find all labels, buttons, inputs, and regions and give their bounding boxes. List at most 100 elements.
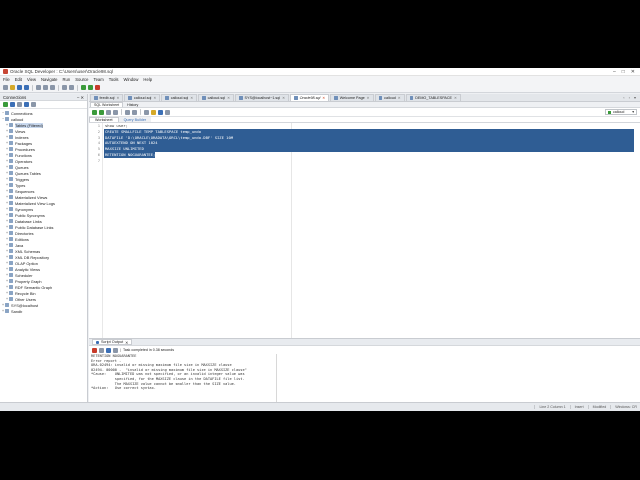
print-icon[interactable] bbox=[113, 347, 118, 353]
tab-worksheet[interactable]: Worksheet bbox=[89, 117, 119, 122]
tree-node-icon bbox=[9, 213, 13, 217]
rollback-icon[interactable] bbox=[113, 109, 118, 115]
tab-sql-worksheet[interactable]: SQL Worksheet bbox=[90, 102, 124, 107]
document-tab-label: Oracle98.sql bbox=[299, 96, 321, 100]
document-tab[interactable]: calloud ✕ bbox=[374, 94, 405, 101]
commit-icon[interactable] bbox=[106, 109, 111, 115]
cut-icon[interactable] bbox=[36, 85, 41, 90]
tab-history[interactable]: History bbox=[124, 102, 141, 107]
panel-close-icon[interactable]: ✕ bbox=[80, 95, 84, 100]
cursor-position: Line 2 Column 1 bbox=[534, 405, 566, 409]
tree-node-icon bbox=[9, 285, 13, 289]
tree-item-label: Database Links bbox=[15, 218, 42, 224]
document-icon bbox=[202, 96, 206, 100]
document-tab[interactable]: SYS@localhost~1.sql ✕ bbox=[235, 94, 290, 101]
close-icon[interactable]: ✕ bbox=[116, 96, 119, 100]
clear-icon[interactable] bbox=[144, 109, 149, 115]
tree-node-icon bbox=[9, 261, 13, 265]
menu-window[interactable]: Window bbox=[124, 77, 139, 82]
script-output-panel: Script Output ✕ | Task completed in 0.38… bbox=[89, 338, 640, 403]
menu-edit[interactable]: Edit bbox=[15, 77, 22, 82]
connection-selector[interactable]: calloud ▾ bbox=[605, 109, 637, 115]
add-connection-icon[interactable] bbox=[3, 102, 8, 107]
copy-icon[interactable] bbox=[43, 85, 48, 90]
clear-output-icon[interactable] bbox=[99, 347, 104, 353]
document-tab[interactable]: DEMO_TABLESPACE ✕ bbox=[405, 94, 461, 101]
new-file-icon[interactable] bbox=[3, 85, 8, 90]
title-bar: Oracle SQL Developer : C:\Users\user\Ora… bbox=[0, 68, 640, 76]
document-tab[interactable]: calloud.sql ✕ bbox=[198, 94, 235, 101]
menu-help[interactable]: Help bbox=[143, 77, 152, 82]
menu-tools[interactable]: Tools bbox=[109, 77, 119, 82]
tree-node-icon bbox=[9, 135, 13, 139]
document-tab-label: calloud.sql bbox=[170, 96, 189, 100]
refresh-icon[interactable] bbox=[10, 102, 15, 107]
close-icon[interactable]: ✕ bbox=[153, 96, 156, 100]
close-icon[interactable]: ✕ bbox=[454, 96, 457, 100]
tab-script-output[interactable]: Script Output ✕ bbox=[92, 339, 133, 345]
menu-navigate[interactable]: Navigate bbox=[41, 77, 58, 82]
chevron-left-icon[interactable]: ‹ bbox=[623, 95, 624, 100]
paste-icon[interactable] bbox=[50, 85, 55, 90]
output-tab-row: Script Output ✕ bbox=[89, 339, 640, 346]
save-icon[interactable] bbox=[17, 85, 22, 90]
close-icon[interactable]: ✕ bbox=[367, 96, 370, 100]
menu-run[interactable]: Run bbox=[63, 77, 71, 82]
sql-history-icon[interactable] bbox=[151, 109, 156, 115]
forward-icon[interactable] bbox=[88, 85, 93, 90]
code-editor[interactable]: 1234567 show user; CREATE SMALLFILE TEMP … bbox=[89, 123, 640, 364]
sql-icon[interactable] bbox=[95, 85, 100, 90]
tree-item-label: Operators bbox=[15, 158, 33, 164]
document-icon bbox=[165, 96, 169, 100]
run-statement-icon[interactable] bbox=[92, 109, 97, 115]
menu-file[interactable]: File bbox=[3, 77, 10, 82]
undo-icon[interactable] bbox=[62, 85, 67, 90]
close-icon[interactable]: ✕ bbox=[398, 96, 401, 100]
format-icon[interactable] bbox=[158, 109, 163, 115]
open-folder-icon[interactable] bbox=[10, 85, 15, 90]
document-tab[interactable]: Welcome Page ✕ bbox=[330, 94, 374, 101]
maximize-icon[interactable]: □ bbox=[622, 69, 625, 75]
document-tab[interactable]: calloud.sql ✕ bbox=[161, 94, 198, 101]
toolbar-divider bbox=[77, 84, 78, 91]
close-icon[interactable]: ✕ bbox=[227, 96, 230, 100]
run-script-icon[interactable] bbox=[99, 109, 104, 115]
back-icon[interactable] bbox=[81, 85, 86, 90]
menu-team[interactable]: Team bbox=[93, 77, 103, 82]
explain-plan-icon[interactable] bbox=[125, 109, 130, 115]
import-connection-icon[interactable] bbox=[31, 102, 36, 107]
tab-query-builder[interactable]: Query Builder bbox=[118, 117, 152, 122]
tree-item[interactable]: + Sandb bbox=[0, 308, 87, 314]
tab-list-icon[interactable]: ▾ bbox=[634, 95, 636, 100]
schema-browser-icon[interactable] bbox=[24, 102, 29, 107]
tree-item-label: Other Users bbox=[15, 296, 36, 302]
chevron-right-icon[interactable]: › bbox=[629, 95, 630, 100]
close-window-icon[interactable]: ✕ bbox=[631, 69, 635, 75]
tree-item-label: Sequences bbox=[15, 188, 35, 194]
minimize-icon[interactable]: – bbox=[613, 69, 616, 75]
document-tab[interactable]: calloud.sql ✕ bbox=[124, 94, 161, 101]
tree-node-icon bbox=[9, 273, 13, 277]
panel-minimize-icon[interactable]: – bbox=[77, 95, 79, 100]
line-number: 7 bbox=[97, 157, 100, 163]
save-output-icon[interactable] bbox=[106, 347, 111, 353]
document-tab[interactable]: feedb.sql ✕ bbox=[90, 94, 124, 101]
find-icon[interactable] bbox=[165, 109, 170, 115]
document-tab[interactable]: Oracle98.sql ✕ bbox=[290, 94, 330, 101]
document-tab-label: SYS@localhost~1.sql bbox=[244, 96, 281, 100]
redo-icon[interactable] bbox=[69, 85, 74, 90]
filter-icon[interactable] bbox=[17, 102, 22, 107]
pin-icon[interactable] bbox=[92, 347, 97, 353]
close-icon[interactable]: ✕ bbox=[282, 96, 285, 100]
close-tab-icon[interactable]: ✕ bbox=[125, 340, 128, 345]
autotrace-icon[interactable] bbox=[132, 109, 137, 115]
tree-node-icon bbox=[9, 279, 13, 283]
save-all-icon[interactable] bbox=[24, 85, 29, 90]
close-icon[interactable]: ✕ bbox=[322, 96, 325, 100]
menu-view[interactable]: View bbox=[27, 77, 36, 82]
output-text: RETENTION NOGUARANTEE Error report - ORA-0… bbox=[89, 354, 640, 391]
line-number-gutter: 1234567 bbox=[89, 123, 103, 364]
menu-source[interactable]: Source bbox=[75, 77, 88, 82]
close-icon[interactable]: ✕ bbox=[190, 96, 193, 100]
